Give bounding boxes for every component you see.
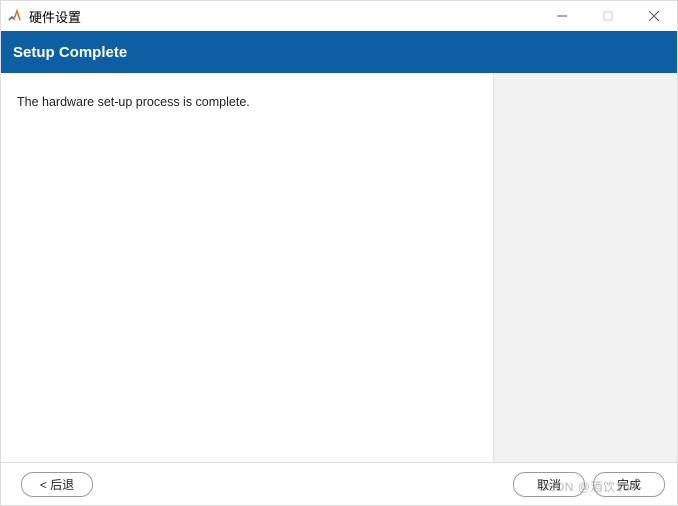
- cancel-button[interactable]: 取消: [513, 472, 585, 497]
- main-panel: The hardware set-up process is complete.: [1, 73, 493, 462]
- content-area: The hardware set-up process is complete.: [1, 73, 677, 463]
- side-panel: [493, 73, 677, 462]
- footer: < 后退 取消 完成: [1, 463, 677, 505]
- finish-button[interactable]: 完成: [593, 472, 665, 497]
- minimize-button[interactable]: [539, 1, 585, 31]
- matlab-icon: [7, 8, 23, 24]
- window-controls: [539, 1, 677, 31]
- titlebar: 硬件设置: [1, 1, 677, 31]
- back-button[interactable]: < 后退: [21, 472, 93, 497]
- setup-complete-message: The hardware set-up process is complete.: [17, 95, 477, 109]
- maximize-button[interactable]: [585, 1, 631, 31]
- banner-heading: Setup Complete: [13, 44, 127, 61]
- banner: Setup Complete: [1, 31, 677, 73]
- close-button[interactable]: [631, 1, 677, 31]
- window-title: 硬件设置: [29, 7, 539, 26]
